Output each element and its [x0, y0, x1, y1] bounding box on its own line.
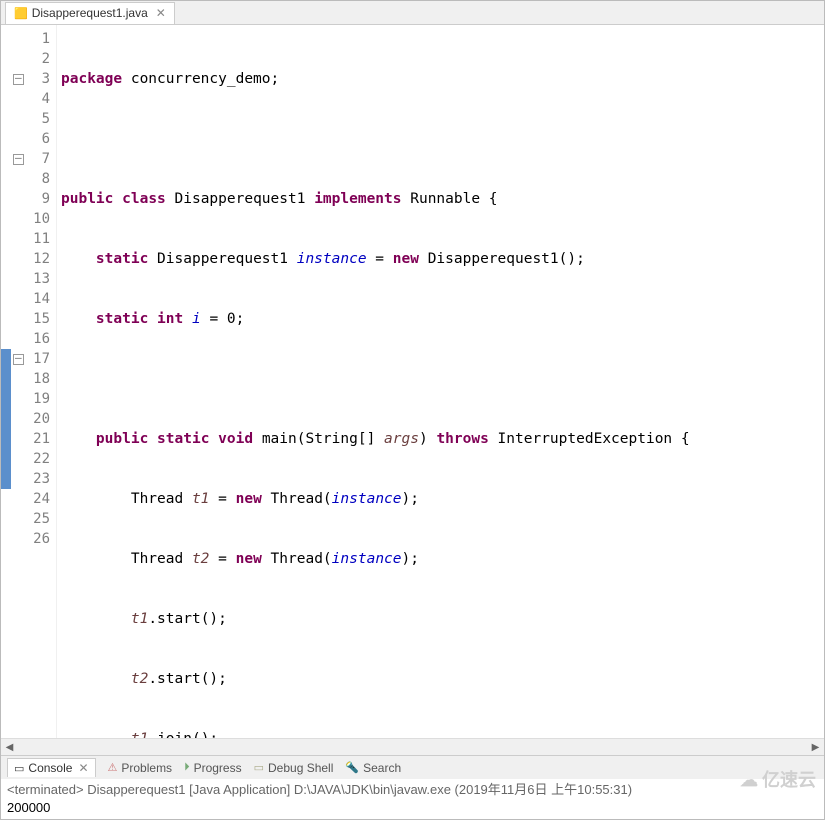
line-number-gutter: 1 2 3 4 5 6 7 8 9 10 11 12 13 14 15 16 1…: [11, 25, 57, 738]
console-terminated-line: <terminated> Disapperequest1 [Java Appli…: [7, 781, 818, 799]
debug-shell-icon: ▭: [254, 761, 264, 774]
line-number: 4: [11, 89, 50, 109]
code-editor[interactable]: package concurrency_demo; public class D…: [57, 25, 824, 738]
code-line: Thread t1 = new Thread(instance);: [57, 489, 824, 509]
tab-console[interactable]: ▭ Console ✕: [7, 758, 96, 777]
console-tab-bar: ▭ Console ✕ ⚠ Problems ⏵ Progress ▭ Debu…: [1, 755, 824, 779]
line-number: 13: [11, 269, 50, 289]
line-number: 1: [11, 29, 50, 49]
override-marker: [1, 349, 11, 489]
tab-debug-shell[interactable]: ▭ Debug Shell: [254, 761, 334, 775]
line-number: 24: [11, 489, 50, 509]
line-number: 8: [11, 169, 50, 189]
marker-bar: [1, 25, 11, 738]
line-number[interactable]: 7: [11, 149, 50, 169]
tab-label: Console: [28, 761, 72, 775]
problems-icon: ⚠: [108, 761, 118, 774]
code-line: t1.join();: [57, 729, 824, 738]
scroll-track[interactable]: [18, 741, 807, 753]
code-line: public class Disapperequest1 implements …: [57, 189, 824, 209]
line-number: 15: [11, 309, 50, 329]
close-icon[interactable]: ✕: [78, 761, 88, 775]
tab-label: Problems: [121, 761, 172, 775]
console-icon: ▭: [14, 762, 24, 775]
scroll-right-icon[interactable]: ▶: [807, 739, 824, 756]
code-line: t1.start();: [57, 609, 824, 629]
line-number: 6: [11, 129, 50, 149]
line-number: 11: [11, 229, 50, 249]
editor-tab-bar: 🟨 Disapperequest1.java ✕: [1, 1, 824, 25]
code-line: package concurrency_demo;: [57, 69, 824, 89]
editor-tab[interactable]: 🟨 Disapperequest1.java ✕: [5, 2, 175, 24]
line-number: 25: [11, 509, 50, 529]
java-file-icon: 🟨: [14, 7, 28, 20]
line-number: 10: [11, 209, 50, 229]
tab-progress[interactable]: ⏵ Progress: [184, 761, 242, 775]
line-number: 14: [11, 289, 50, 309]
code-line: t2.start();: [57, 669, 824, 689]
line-number[interactable]: 17: [11, 349, 50, 369]
progress-icon: ⏵: [184, 761, 190, 774]
code-line: static int i = 0;: [57, 309, 824, 329]
line-number: 23: [11, 469, 50, 489]
code-line: Thread t2 = new Thread(instance);: [57, 549, 824, 569]
tab-problems[interactable]: ⚠ Problems: [108, 761, 173, 775]
close-icon[interactable]: ✕: [156, 6, 166, 20]
code-line: static Disapperequest1 instance = new Di…: [57, 249, 824, 269]
line-number: 9: [11, 189, 50, 209]
editor-area: 1 2 3 4 5 6 7 8 9 10 11 12 13 14 15 16 1…: [1, 25, 824, 738]
console-result: 200000: [7, 799, 818, 817]
tab-filename: Disapperequest1.java: [32, 6, 148, 20]
search-icon: 🔦: [345, 761, 359, 774]
line-number: 20: [11, 409, 50, 429]
line-number: 22: [11, 449, 50, 469]
horizontal-scrollbar[interactable]: ◀ ▶: [1, 738, 824, 755]
line-number: 12: [11, 249, 50, 269]
line-number: 26: [11, 529, 50, 549]
tab-search[interactable]: 🔦 Search: [345, 761, 401, 775]
code-line: public static void main(String[] args) t…: [57, 429, 824, 449]
tab-label: Progress: [194, 761, 242, 775]
line-number: 2: [11, 49, 50, 69]
line-number: 21: [11, 429, 50, 449]
line-number: 18: [11, 369, 50, 389]
console-output: <terminated> Disapperequest1 [Java Appli…: [1, 779, 824, 819]
line-number[interactable]: 3: [11, 69, 50, 89]
code-line: [57, 129, 824, 149]
code-line: [57, 369, 824, 389]
tab-label: Debug Shell: [268, 761, 333, 775]
line-number: 16: [11, 329, 50, 349]
line-number: 5: [11, 109, 50, 129]
scroll-left-icon[interactable]: ◀: [1, 739, 18, 756]
tab-label: Search: [363, 761, 401, 775]
line-number: 19: [11, 389, 50, 409]
